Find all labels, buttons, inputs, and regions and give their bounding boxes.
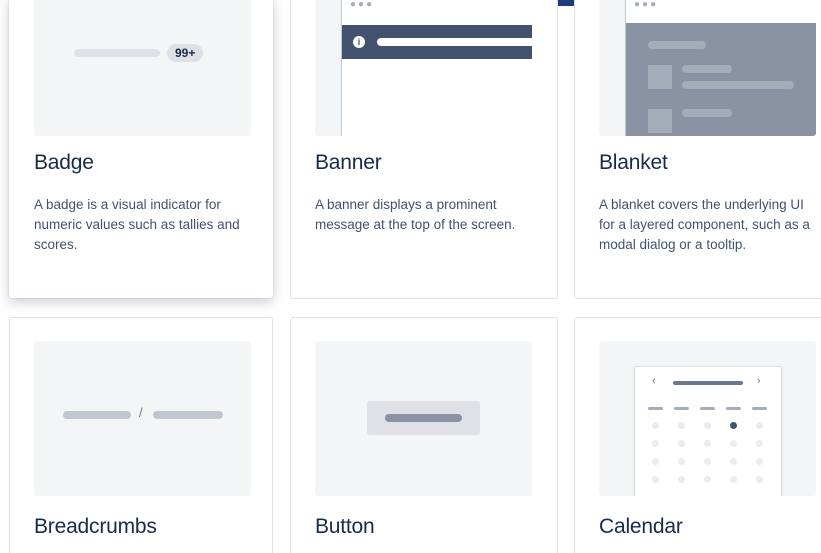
- card-badge[interactable]: 99+ Badge A badge is a visual indicator …: [9, 0, 273, 298]
- calendar-month-line: [673, 381, 743, 385]
- card-title: Breadcrumbs: [34, 515, 157, 538]
- card-description: A badge is a visual indicator for numeri…: [34, 197, 240, 252]
- calendar-illustration: ‹ ›: [599, 341, 816, 496]
- blanket-content-block: [648, 109, 672, 133]
- calendar-day: [756, 458, 763, 465]
- blanket-overlay: [626, 23, 816, 136]
- breadcrumb-item-line: [153, 411, 223, 419]
- badge-illustration: 99+: [34, 0, 251, 136]
- breadcrumb-item-line: [63, 411, 131, 419]
- breadcrumb-separator: /: [139, 405, 143, 420]
- calendar-weekday: [648, 407, 663, 410]
- calendar-day: [678, 458, 685, 465]
- calendar-weekday: [752, 407, 767, 410]
- calendar-day: [730, 476, 737, 483]
- blanket-content-line: [682, 81, 794, 89]
- calendar-day: [756, 476, 763, 483]
- calendar-day: [678, 476, 685, 483]
- calendar-day: [678, 440, 685, 447]
- card-button[interactable]: Button: [290, 317, 558, 553]
- card-description: A blanket covers the underlying UI for a…: [599, 197, 810, 252]
- card-blanket[interactable]: ●●● Blanket A blanket covers the underly…: [574, 0, 821, 299]
- chevron-right-icon: ›: [757, 375, 761, 387]
- banner-illustration: ●●● i: [315, 0, 532, 136]
- window-controls: ●●●: [634, 0, 659, 10]
- window-controls: ●●●: [350, 0, 375, 10]
- card-title: Blanket: [599, 151, 668, 174]
- blanket-illustration: ●●●: [599, 0, 816, 136]
- card-title: Banner: [315, 151, 382, 174]
- chevron-left-icon: ‹: [652, 375, 656, 387]
- card-title: Button: [315, 515, 375, 538]
- card-description: A banner displays a prominent message at…: [315, 197, 516, 232]
- calendar-day: [652, 440, 659, 447]
- component-gallery: 99+ Badge A badge is a visual indicator …: [0, 0, 821, 553]
- blanket-content-line: [648, 41, 706, 49]
- badge-placeholder-line: [74, 49, 160, 57]
- calendar-day: [652, 422, 659, 429]
- calendar-day: [652, 476, 659, 483]
- card-calendar[interactable]: ‹ › Calendar: [574, 317, 821, 553]
- calendar-weekday: [700, 407, 715, 410]
- card-banner[interactable]: ●●● i Banner A banner displays a promine…: [290, 0, 558, 299]
- calendar-weekday: [674, 407, 689, 410]
- blanket-content-line: [682, 109, 732, 117]
- calendar-day: [704, 422, 711, 429]
- button-shape: [367, 401, 480, 435]
- info-icon: i: [353, 36, 365, 48]
- calendar-day: [678, 422, 685, 429]
- calendar-day: [704, 476, 711, 483]
- card-title: Badge: [34, 151, 94, 174]
- button-illustration: [315, 341, 532, 496]
- browser-window: ●●● i: [341, 0, 532, 136]
- badge-count: 99+: [167, 44, 204, 62]
- breadcrumbs-illustration: /: [34, 341, 251, 496]
- calendar-day: [756, 422, 763, 429]
- card-breadcrumbs[interactable]: / Breadcrumbs: [9, 317, 273, 553]
- calendar-day: [704, 440, 711, 447]
- calendar-widget: ‹ ›: [634, 366, 782, 496]
- calendar-day: [730, 440, 737, 447]
- calendar-day: [704, 458, 711, 465]
- card-title: Calendar: [599, 515, 683, 538]
- banner-message-line: [377, 38, 532, 46]
- calendar-day: [730, 422, 737, 429]
- browser-window: ●●●: [625, 0, 816, 136]
- calendar-day: [652, 458, 659, 465]
- calendar-day: [756, 440, 763, 447]
- blanket-content-line: [682, 65, 732, 73]
- button-label-line: [385, 414, 462, 422]
- calendar-day: [730, 458, 737, 465]
- banner-bar: i: [342, 25, 532, 59]
- blanket-content-block: [648, 65, 672, 89]
- calendar-weekday: [726, 407, 741, 410]
